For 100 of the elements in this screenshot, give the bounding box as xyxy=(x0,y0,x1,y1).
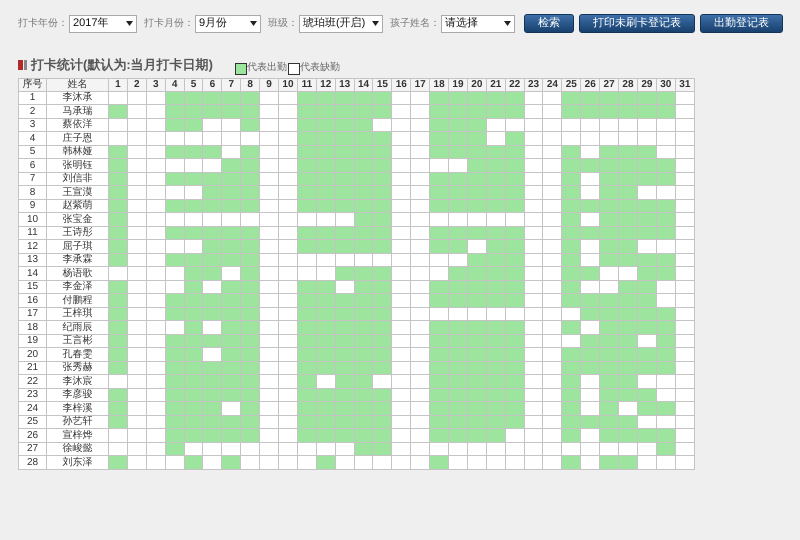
column-header: 25 xyxy=(562,78,581,91)
table-cell: 李承霖 xyxy=(46,253,108,266)
column-header: 9 xyxy=(260,78,279,91)
table-cell: 14 xyxy=(18,266,46,280)
table-cell: 10 xyxy=(18,212,46,226)
caret-icon xyxy=(372,21,379,26)
table-cell: 刘东泽 xyxy=(46,456,108,469)
table-cell: 24 xyxy=(18,402,46,415)
column-header: 10 xyxy=(278,78,298,91)
column-header: 17 xyxy=(410,78,430,91)
table-cell: 27 xyxy=(18,442,46,456)
column-header: 22 xyxy=(505,78,524,91)
column-header: 11 xyxy=(297,78,316,91)
table-cell: 7 xyxy=(18,172,46,186)
dropdown[interactable]: 请选择 xyxy=(441,14,515,32)
filter-label: 孩子姓名： xyxy=(390,16,440,31)
column-header: 8 xyxy=(240,78,260,91)
table-cell: 25 xyxy=(18,415,46,428)
table-cell: 11 xyxy=(18,226,46,240)
table-cell: 李沐宸 xyxy=(46,374,108,388)
table-cell: 王宣漠 xyxy=(46,186,108,199)
column-header: 姓名 xyxy=(46,78,108,91)
table-cell: 16 xyxy=(18,294,46,307)
table-cell: 赵紫萌 xyxy=(46,199,108,212)
table-cell: 付鹏程 xyxy=(46,294,108,307)
legend-label: 代表缺勤 xyxy=(300,60,340,74)
table-cell: 6 xyxy=(18,158,46,172)
column-header: 14 xyxy=(354,78,373,91)
table-cell: 28 xyxy=(18,456,46,469)
action-button[interactable]: 出勤登记表 xyxy=(700,14,783,33)
column-header: 28 xyxy=(618,78,638,91)
table-cell: 蔡依洋 xyxy=(46,118,108,132)
table-cell: 杨语歌 xyxy=(46,266,108,280)
column-header: 19 xyxy=(448,78,468,91)
table-cell: 3 xyxy=(18,118,46,132)
filter-label: 班级： xyxy=(268,16,298,31)
table-cell: 韩林娅 xyxy=(46,145,108,158)
column-header: 27 xyxy=(600,78,619,91)
table-cell: 23 xyxy=(18,388,46,402)
column-header: 30 xyxy=(656,78,676,91)
table-cell: 张明钰 xyxy=(46,158,108,172)
table-cell: 王梓琪 xyxy=(46,307,108,320)
table-cell: 刘信非 xyxy=(46,172,108,186)
section-title: 打卡统计(默认为:当月打卡日期) xyxy=(31,56,213,74)
column-header: 12 xyxy=(316,78,336,91)
caret-icon xyxy=(126,21,133,26)
column-header: 18 xyxy=(430,78,449,91)
table-cell: 5 xyxy=(18,145,46,158)
action-button[interactable]: 打印未刷卡登记表 xyxy=(579,14,695,33)
column-header: 5 xyxy=(184,78,203,91)
table-cell: 19 xyxy=(18,334,46,348)
caret-icon xyxy=(250,21,257,26)
dropdown[interactable]: 2017年 xyxy=(69,14,137,32)
dropdown[interactable]: 9月份 xyxy=(195,14,261,32)
table-cell: 王言彬 xyxy=(46,334,108,348)
table-cell: 李沐承 xyxy=(46,91,108,104)
table-cell: 马承瑞 xyxy=(46,104,108,118)
table-cell: 12 xyxy=(18,240,46,253)
column-header: 7 xyxy=(222,78,241,91)
table-cell: 孔春雯 xyxy=(46,348,108,361)
column-header: 序号 xyxy=(18,78,46,91)
column-header: 31 xyxy=(675,78,694,91)
table-cell: 4 xyxy=(18,132,46,145)
column-header: 15 xyxy=(372,78,392,91)
column-header: 29 xyxy=(637,78,656,91)
table-cell: 李梓溪 xyxy=(46,402,108,415)
legend-label: 代表出勤 xyxy=(247,60,287,74)
table-cell: 王诗彤 xyxy=(46,226,108,240)
section-marker-icon xyxy=(18,60,27,70)
table-cell: 22 xyxy=(18,374,46,388)
table-cell: 8 xyxy=(18,186,46,199)
table-cell: 宣梓烨 xyxy=(46,428,108,442)
table-cell: 李金泽 xyxy=(46,280,108,294)
column-header: 26 xyxy=(580,78,600,91)
table-cell: 17 xyxy=(18,307,46,320)
table-cell: 屈子琪 xyxy=(46,240,108,253)
column-header: 6 xyxy=(202,78,222,91)
table-cell: 徐峻懿 xyxy=(46,442,108,456)
column-header: 21 xyxy=(486,78,506,91)
table-cell: 纪雨辰 xyxy=(46,320,108,334)
dropdown[interactable]: 琥珀班(开启) xyxy=(299,14,383,32)
action-button[interactable]: 检索 xyxy=(524,14,574,33)
table-cell: 1 xyxy=(18,91,46,104)
column-header: 24 xyxy=(542,78,562,91)
filter-label: 打卡年份： xyxy=(18,16,68,31)
table-cell: 18 xyxy=(18,320,46,334)
column-header: 16 xyxy=(392,78,411,91)
table-cell: 20 xyxy=(18,348,46,361)
column-header: 4 xyxy=(165,78,184,91)
table-cell: 26 xyxy=(18,428,46,442)
column-header: 13 xyxy=(335,78,354,91)
caret-icon xyxy=(504,21,511,26)
column-header: 3 xyxy=(146,78,166,91)
column-header: 1 xyxy=(108,78,128,91)
column-header: 20 xyxy=(467,78,486,91)
table-cell: 孙艺轩 xyxy=(46,415,108,428)
column-header: 23 xyxy=(524,78,543,91)
filter-label: 打卡月份： xyxy=(144,16,194,31)
table-cell: 9 xyxy=(18,199,46,212)
table-cell: 15 xyxy=(18,280,46,294)
